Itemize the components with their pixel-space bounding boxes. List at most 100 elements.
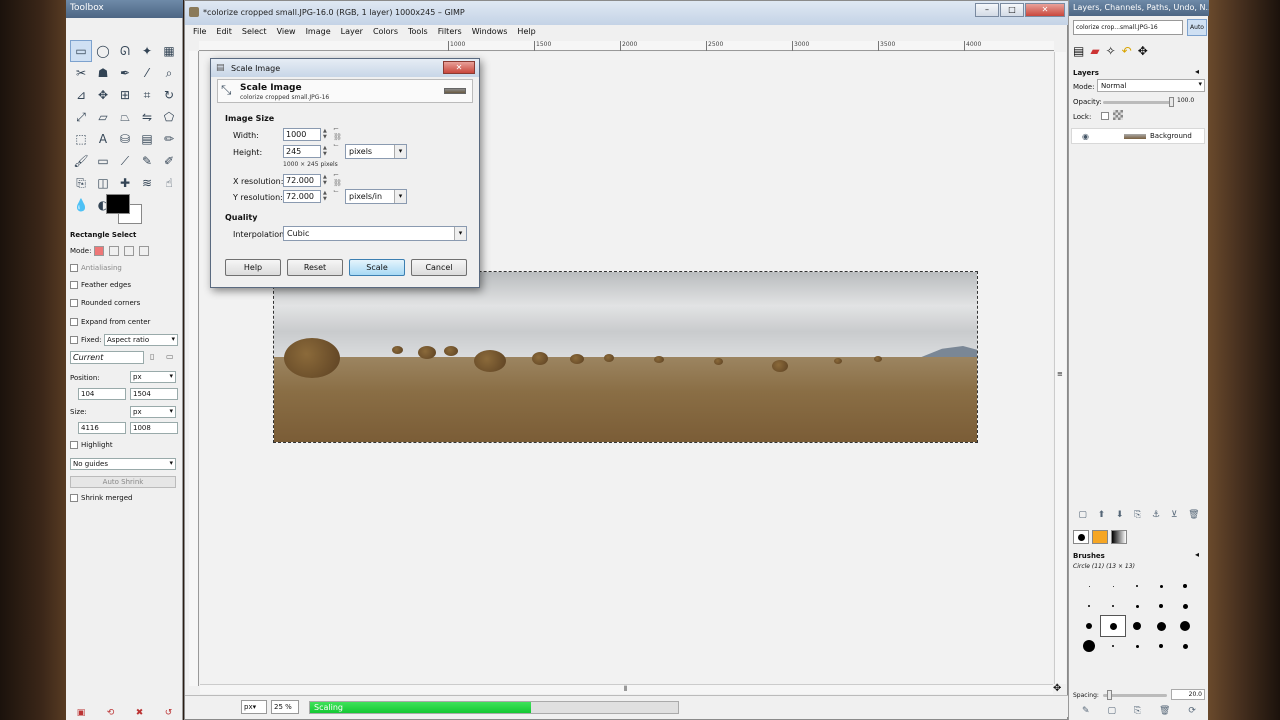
- clone-icon[interactable]: ⎘: [70, 172, 92, 194]
- delete-options-icon[interactable]: ✖: [136, 708, 144, 718]
- ink-icon[interactable]: ✎: [136, 150, 158, 172]
- raise-layer-icon[interactable]: ⬆: [1098, 510, 1106, 520]
- brush-preview[interactable]: [1173, 596, 1197, 616]
- cage-icon[interactable]: ⬠: [158, 106, 180, 128]
- foreground-select-icon[interactable]: ☗: [92, 62, 114, 84]
- align-icon[interactable]: ⊞: [114, 84, 136, 106]
- maximize-icon[interactable]: □: [1000, 3, 1024, 17]
- layer-mode-combo[interactable]: Normal ▾: [1097, 79, 1205, 92]
- menu-tools[interactable]: Tools: [408, 27, 428, 36]
- menu-view[interactable]: View: [277, 27, 296, 36]
- free-select-icon[interactable]: ᘏ: [114, 40, 136, 62]
- xres-input[interactable]: 72.000: [283, 174, 321, 187]
- close-icon[interactable]: ✕: [1025, 3, 1065, 17]
- perspective-icon[interactable]: ⏢: [114, 106, 136, 128]
- fixed-checkbox[interactable]: [70, 336, 78, 344]
- yres-input[interactable]: 72.000: [283, 190, 321, 203]
- brush-preview[interactable]: [1125, 636, 1149, 656]
- resolution-chain-icon[interactable]: ⌐ ⛓ ⌙: [333, 171, 342, 195]
- xres-spinner[interactable]: ▲ ▼: [323, 174, 329, 187]
- paths-icon[interactable]: ✒: [114, 62, 136, 84]
- opacity-slider-knob[interactable]: [1169, 97, 1174, 107]
- scale-button[interactable]: Scale: [349, 259, 405, 276]
- duplicate-layer-icon[interactable]: ⎘: [1134, 510, 1141, 520]
- brush-tab-icon[interactable]: [1073, 530, 1089, 544]
- bucket-fill-icon[interactable]: ⛁: [114, 128, 136, 150]
- flip-icon[interactable]: ⇋: [136, 106, 158, 128]
- position-unit-combo[interactable]: px: [130, 371, 176, 383]
- guides-combo[interactable]: No guides: [70, 458, 176, 470]
- size-unit-combo[interactable]: px: [130, 406, 176, 418]
- position-y-input[interactable]: 1504: [130, 388, 178, 400]
- move-icon[interactable]: ✥: [92, 84, 114, 106]
- menu-filters[interactable]: Filters: [438, 27, 462, 36]
- restore-options-icon[interactable]: ⟲: [107, 708, 115, 718]
- zoom-icon[interactable]: ⌕: [158, 62, 180, 84]
- auto-button[interactable]: Auto: [1187, 19, 1207, 36]
- text-icon[interactable]: A: [92, 128, 114, 150]
- interpolation-combo[interactable]: Cubic ▾: [283, 226, 467, 241]
- pattern-tab-icon[interactable]: [1092, 530, 1108, 544]
- ratio-landscape-icon[interactable]: ▭: [166, 352, 174, 361]
- auto-shrink-button[interactable]: Auto Shrink: [70, 476, 176, 488]
- scale-icon[interactable]: ⤢: [70, 106, 92, 128]
- color-select-icon[interactable]: ▦: [158, 40, 180, 62]
- brush-preview[interactable]: [1100, 615, 1126, 637]
- brush-preview[interactable]: [1077, 636, 1101, 656]
- warp-icon[interactable]: ≋: [136, 172, 158, 194]
- new-layer-icon[interactable]: ▢: [1078, 510, 1087, 520]
- mode-subtract-icon[interactable]: [124, 246, 135, 256]
- edit-brush-icon[interactable]: ✎: [1082, 706, 1090, 716]
- menu-windows[interactable]: Windows: [472, 27, 508, 36]
- spacing-slider[interactable]: [1103, 694, 1167, 697]
- brush-preview[interactable]: [1077, 576, 1101, 596]
- rect-select-icon[interactable]: ▭: [70, 40, 92, 62]
- antialiasing-row[interactable]: Antialiasing: [70, 264, 122, 272]
- yres-spinner[interactable]: ▲ ▼: [323, 190, 329, 203]
- brush-preview[interactable]: [1077, 596, 1101, 616]
- position-x-input[interactable]: 104: [78, 388, 126, 400]
- image-select-combo[interactable]: colorize crop...small.JPG-16: [1073, 20, 1183, 35]
- menu-colors[interactable]: Colors: [373, 27, 398, 36]
- tab-navigation-icon[interactable]: ✥: [1138, 44, 1148, 58]
- eraser-icon[interactable]: ▭: [92, 150, 114, 172]
- res-unit-combo[interactable]: pixels/in ▾: [345, 189, 407, 204]
- ellipse-select-icon[interactable]: ◯: [92, 40, 114, 62]
- duplicate-brush-icon[interactable]: ⎘: [1134, 706, 1141, 716]
- lower-layer-icon[interactable]: ⬇: [1116, 510, 1124, 520]
- new-brush-icon[interactable]: ▢: [1107, 706, 1116, 716]
- tab-paths-icon[interactable]: ✧: [1106, 44, 1116, 58]
- mode-intersect-icon[interactable]: [139, 246, 150, 256]
- feather-edges-row[interactable]: Feather edges: [70, 281, 131, 289]
- antialiasing-checkbox[interactable]: [70, 264, 78, 272]
- tab-undo-icon[interactable]: ↶: [1122, 44, 1132, 58]
- brush-preview[interactable]: [1149, 596, 1173, 616]
- opacity-value[interactable]: 100.0: [1177, 97, 1194, 104]
- anchor-layer-icon[interactable]: ⚓: [1152, 510, 1160, 520]
- navigate-icon[interactable]: ✥: [1053, 683, 1061, 694]
- menu-select[interactable]: Select: [242, 27, 267, 36]
- brush-preview[interactable]: [1125, 576, 1149, 596]
- brush-preview[interactable]: [1125, 596, 1149, 616]
- paintbrush-icon[interactable]: 🖌: [70, 150, 92, 172]
- brush-preview[interactable]: [1101, 636, 1125, 656]
- vertical-scrollbar[interactable]: ≡: [1054, 52, 1066, 684]
- help-button[interactable]: Help: [225, 259, 281, 276]
- ratio-portrait-icon[interactable]: ▯: [150, 352, 154, 361]
- mode-add-icon[interactable]: [109, 246, 120, 256]
- shrink-merged-checkbox[interactable]: [70, 494, 78, 502]
- lock-alpha-icon[interactable]: [1113, 110, 1123, 120]
- menu-image[interactable]: Image: [306, 27, 331, 36]
- heal-icon[interactable]: ✚: [114, 172, 136, 194]
- horizontal-scrollbar[interactable]: ⦀: [200, 684, 1053, 694]
- feather-edges-checkbox[interactable]: [70, 281, 78, 289]
- rounded-corners-checkbox[interactable]: [70, 299, 78, 307]
- menu-layer[interactable]: Layer: [341, 27, 363, 36]
- measure-icon[interactable]: ⊿: [70, 84, 92, 106]
- crop-icon[interactable]: ⌗: [136, 84, 158, 106]
- mypaint-brush-icon[interactable]: ✐: [158, 150, 180, 172]
- size-w-input[interactable]: 4116: [78, 422, 126, 434]
- color-picker-icon[interactable]: ⁄: [136, 62, 158, 84]
- mode-replace-icon[interactable]: [94, 246, 105, 256]
- eye-icon[interactable]: ◉: [1082, 132, 1089, 141]
